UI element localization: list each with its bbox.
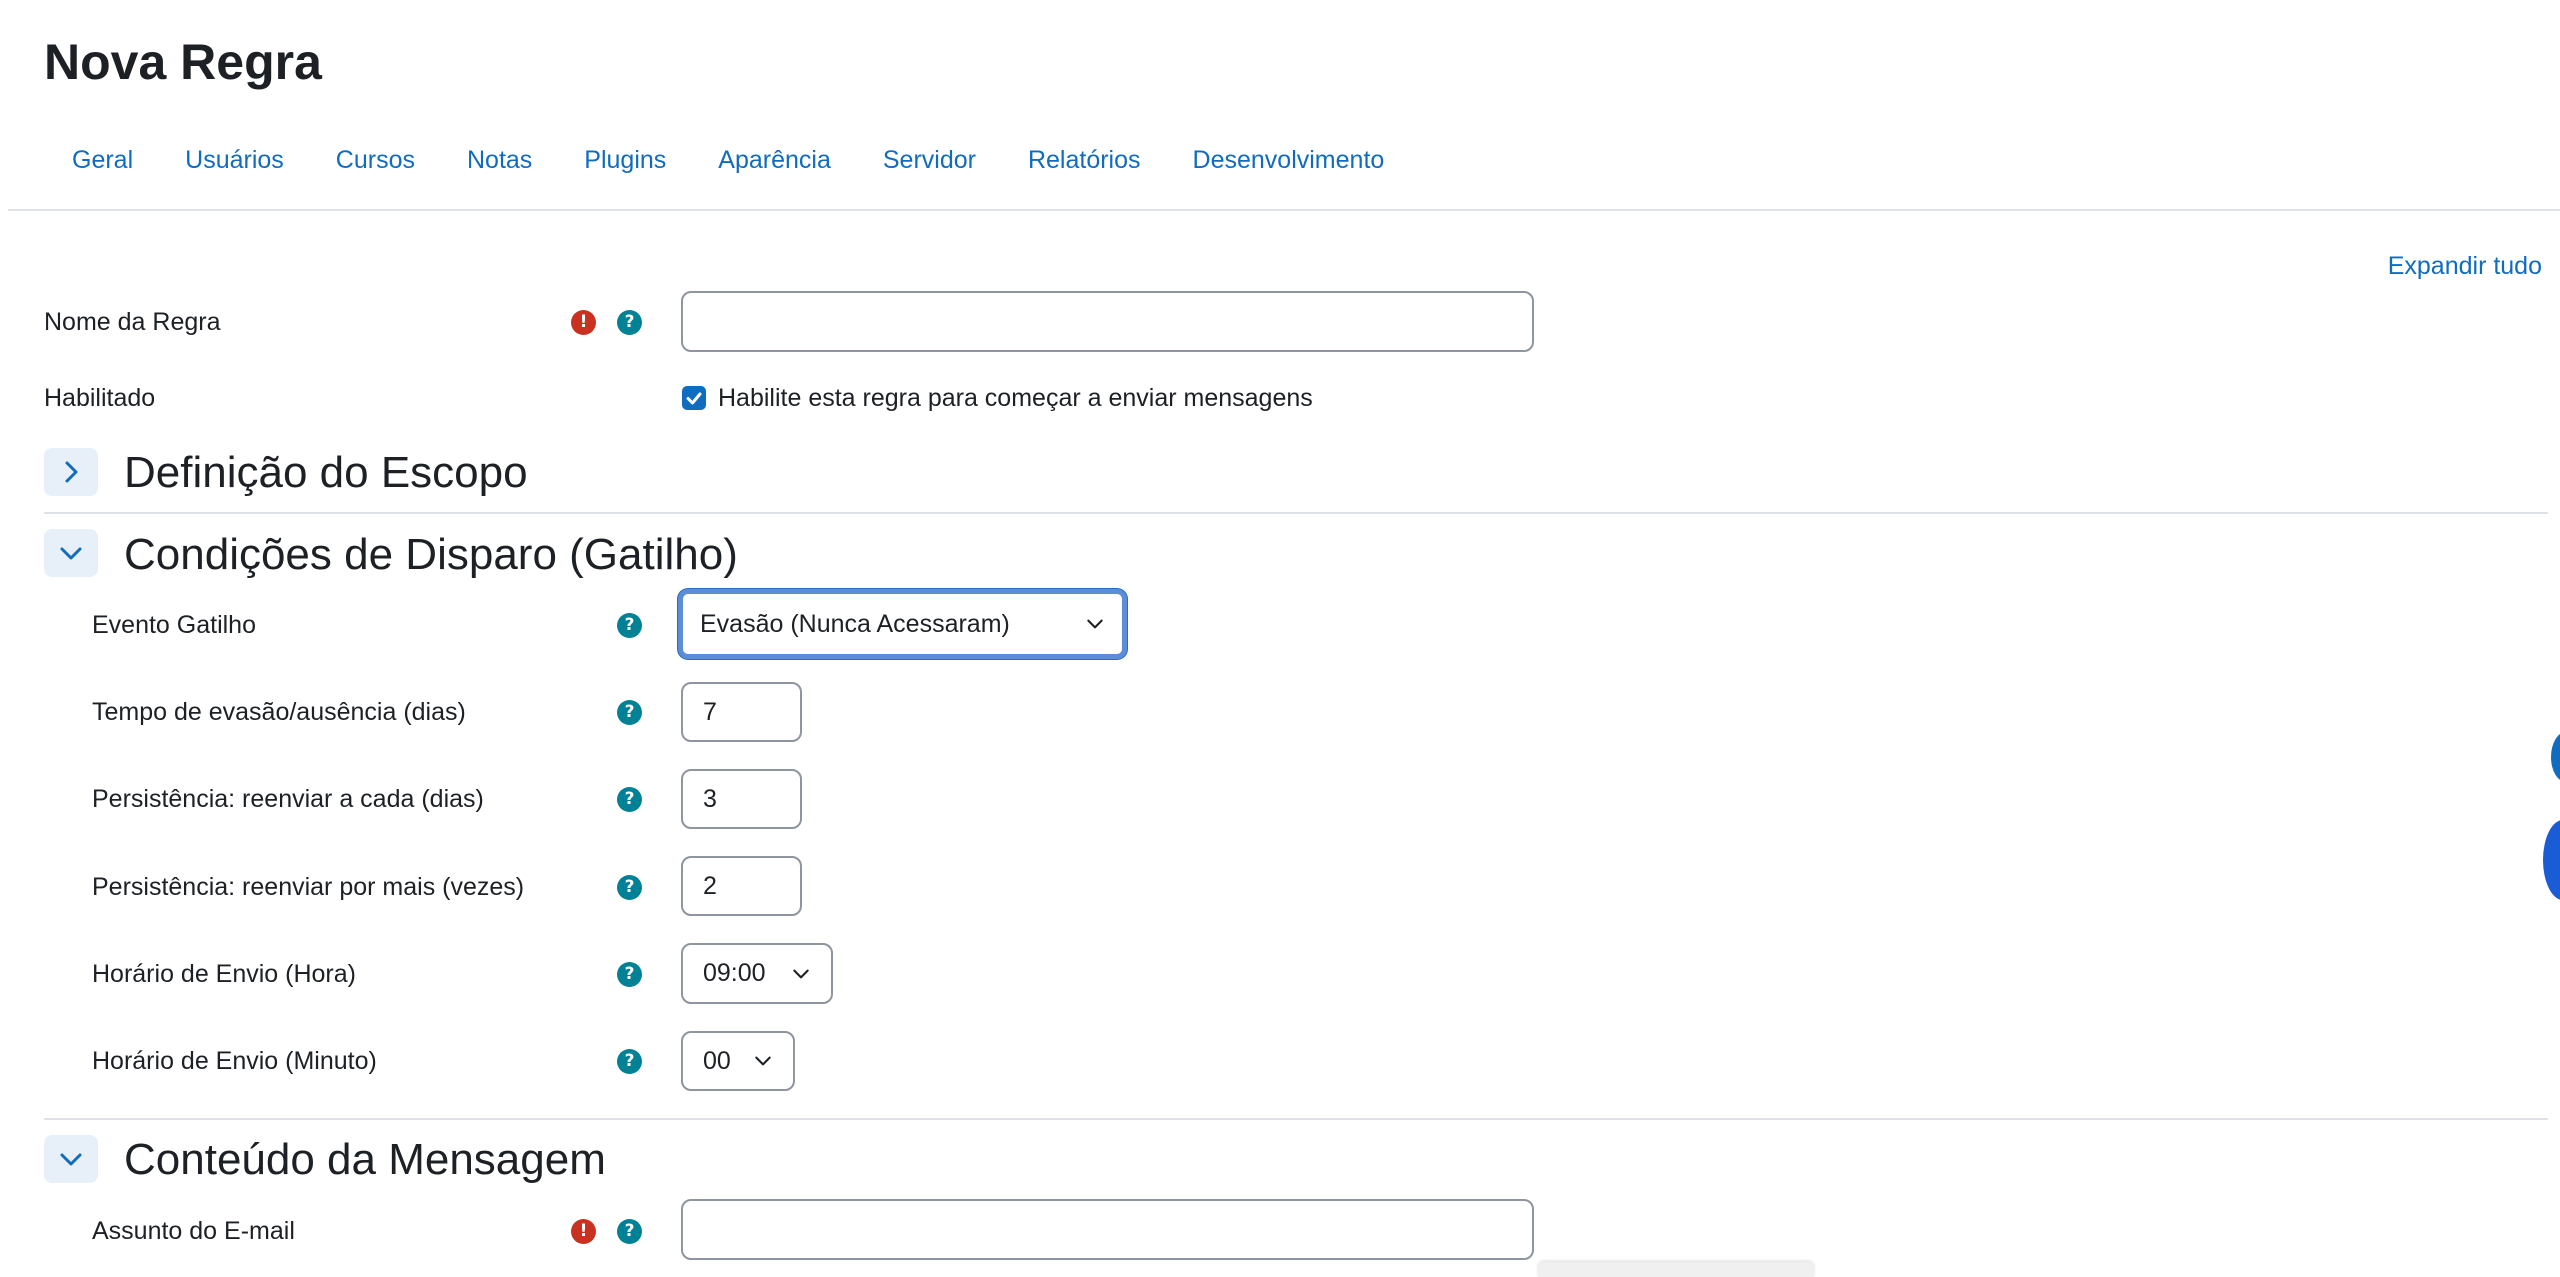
admin-nav: Geral Usuários Cursos Notas Plugins Apar… <box>44 140 1410 180</box>
editor-toolbar-edge <box>1538 1262 1814 1277</box>
scope-section-title[interactable]: Definição do Escopo <box>124 445 528 501</box>
resend-every-input[interactable] <box>681 769 802 829</box>
required-icon: ! <box>571 310 596 335</box>
help-icon[interactable]: ? <box>617 875 642 900</box>
rule-name-input[interactable] <box>681 291 1534 352</box>
tab-aparencia[interactable]: Aparência <box>692 140 857 180</box>
resend-times-input[interactable] <box>681 856 802 916</box>
section-divider <box>44 512 2548 514</box>
enabled-checkbox-label[interactable]: Habilite esta regra para começar a envia… <box>718 381 1313 415</box>
tab-notas[interactable]: Notas <box>441 140 558 180</box>
rule-name-label: Nome da Regra <box>44 308 221 336</box>
chevron-down-icon <box>753 1051 773 1071</box>
required-icon: ! <box>571 1219 596 1244</box>
help-icon[interactable]: ? <box>617 787 642 812</box>
section-divider <box>44 1118 2548 1120</box>
trigger-event-select[interactable]: Evasão (Nunca Acessaram) <box>678 589 1127 659</box>
tab-desenvolvimento[interactable]: Desenvolvimento <box>1167 140 1411 180</box>
send-hour-select[interactable]: 09:00 <box>681 943 833 1004</box>
content-section-title[interactable]: Conteúdo da Mensagem <box>124 1132 606 1188</box>
enabled-checkbox[interactable] <box>682 386 706 410</box>
help-icon[interactable]: ? <box>617 962 642 987</box>
help-icon[interactable]: ? <box>617 310 642 335</box>
dropout-days-label: Tempo de evasão/ausência (dias) <box>92 698 466 726</box>
send-minute-value: 00 <box>703 1046 731 1075</box>
tab-geral[interactable]: Geral <box>44 140 159 180</box>
dropout-days-input[interactable] <box>681 682 802 742</box>
scope-section-toggle[interactable] <box>44 448 98 496</box>
help-icon[interactable]: ? <box>617 1049 642 1074</box>
floating-action-button[interactable] <box>2543 820 2560 900</box>
floating-action-button[interactable] <box>2551 732 2560 782</box>
tab-servidor[interactable]: Servidor <box>857 140 1002 180</box>
subject-input[interactable] <box>681 1199 1534 1260</box>
chevron-down-icon <box>1085 614 1105 634</box>
tab-usuarios[interactable]: Usuários <box>159 140 310 180</box>
expand-all-link[interactable]: Expandir tudo <box>2388 250 2542 282</box>
trigger-section-toggle[interactable] <box>44 529 98 577</box>
chevron-right-icon <box>65 461 78 483</box>
resend-times-label: Persistência: reenviar por mais (vezes) <box>92 873 525 901</box>
subject-label: Assunto do E-mail <box>92 1217 295 1245</box>
tab-relatorios[interactable]: Relatórios <box>1002 140 1167 180</box>
tab-cursos[interactable]: Cursos <box>310 140 441 180</box>
chevron-down-icon <box>791 964 811 984</box>
help-icon[interactable]: ? <box>617 1219 642 1244</box>
send-hour-label: Horário de Envio (Hora) <box>92 960 356 988</box>
trigger-section-title[interactable]: Condições de Disparo (Gatilho) <box>124 527 738 583</box>
page-title: Nova Regra <box>44 34 322 90</box>
help-icon[interactable]: ? <box>617 613 642 638</box>
chevron-down-icon <box>60 547 82 560</box>
chevron-down-icon <box>60 1153 82 1166</box>
trigger-event-value: Evasão (Nunca Acessaram) <box>700 609 1010 638</box>
nav-divider <box>8 209 2560 211</box>
tab-plugins[interactable]: Plugins <box>558 140 692 180</box>
content-section-toggle[interactable] <box>44 1135 98 1183</box>
send-minute-label: Horário de Envio (Minuto) <box>92 1047 377 1075</box>
enabled-label: Habilitado <box>44 384 156 412</box>
trigger-event-label: Evento Gatilho <box>92 611 256 639</box>
resend-every-label: Persistência: reenviar a cada (dias) <box>92 785 484 813</box>
check-icon <box>686 392 702 405</box>
send-hour-value: 09:00 <box>703 959 766 987</box>
help-icon[interactable]: ? <box>617 700 642 725</box>
send-minute-select[interactable]: 00 <box>681 1031 795 1091</box>
